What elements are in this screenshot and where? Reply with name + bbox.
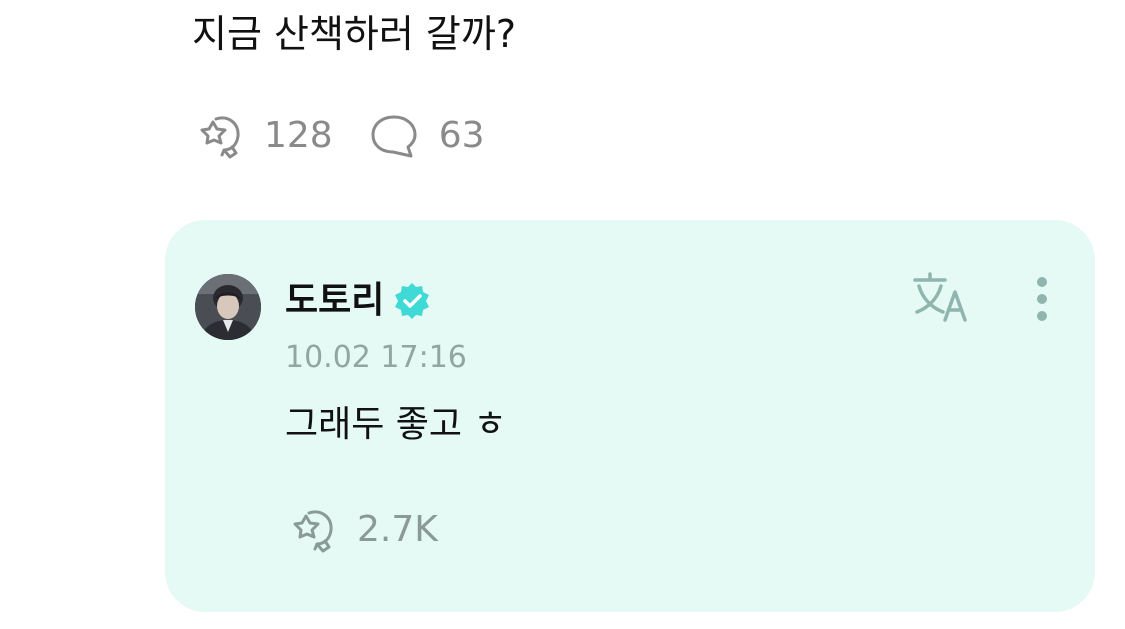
cheer-icon [293, 510, 333, 553]
post-text: 지금 산책하러 갈까? [192, 12, 517, 56]
comment-timestamp: 10.02 17:16 [285, 340, 467, 375]
comment-bubble-icon [371, 115, 417, 158]
comment-actions: 2.7K [285, 502, 438, 558]
verified-badge-icon [395, 283, 430, 319]
avatar-image [195, 274, 261, 340]
comment-text: 그래두 좋고 ㅎ [285, 404, 507, 445]
post-comment-button[interactable]: 63 [367, 108, 485, 164]
author-row: 도토리 [285, 276, 432, 326]
post-actions: 128 63 [192, 108, 485, 164]
comment-cheer-button[interactable]: 2.7K [285, 502, 438, 558]
avatar[interactable] [195, 274, 261, 340]
translate-icon [913, 272, 967, 322]
comment-card: 도토리 10.02 17:16 그래두 좋고 ㅎ 2.7K [165, 220, 1095, 612]
more-options-button[interactable] [1025, 272, 1059, 328]
post-cheer-count: 128 [264, 115, 333, 156]
post-comment-count: 63 [438, 115, 485, 156]
more-vertical-icon [1037, 277, 1047, 321]
author-name[interactable]: 도토리 [285, 276, 384, 326]
cheer-icon [200, 116, 240, 159]
translate-button[interactable] [911, 270, 973, 326]
comment-cheer-count: 2.7K [357, 509, 438, 550]
post-cheer-button[interactable]: 128 [192, 108, 333, 164]
